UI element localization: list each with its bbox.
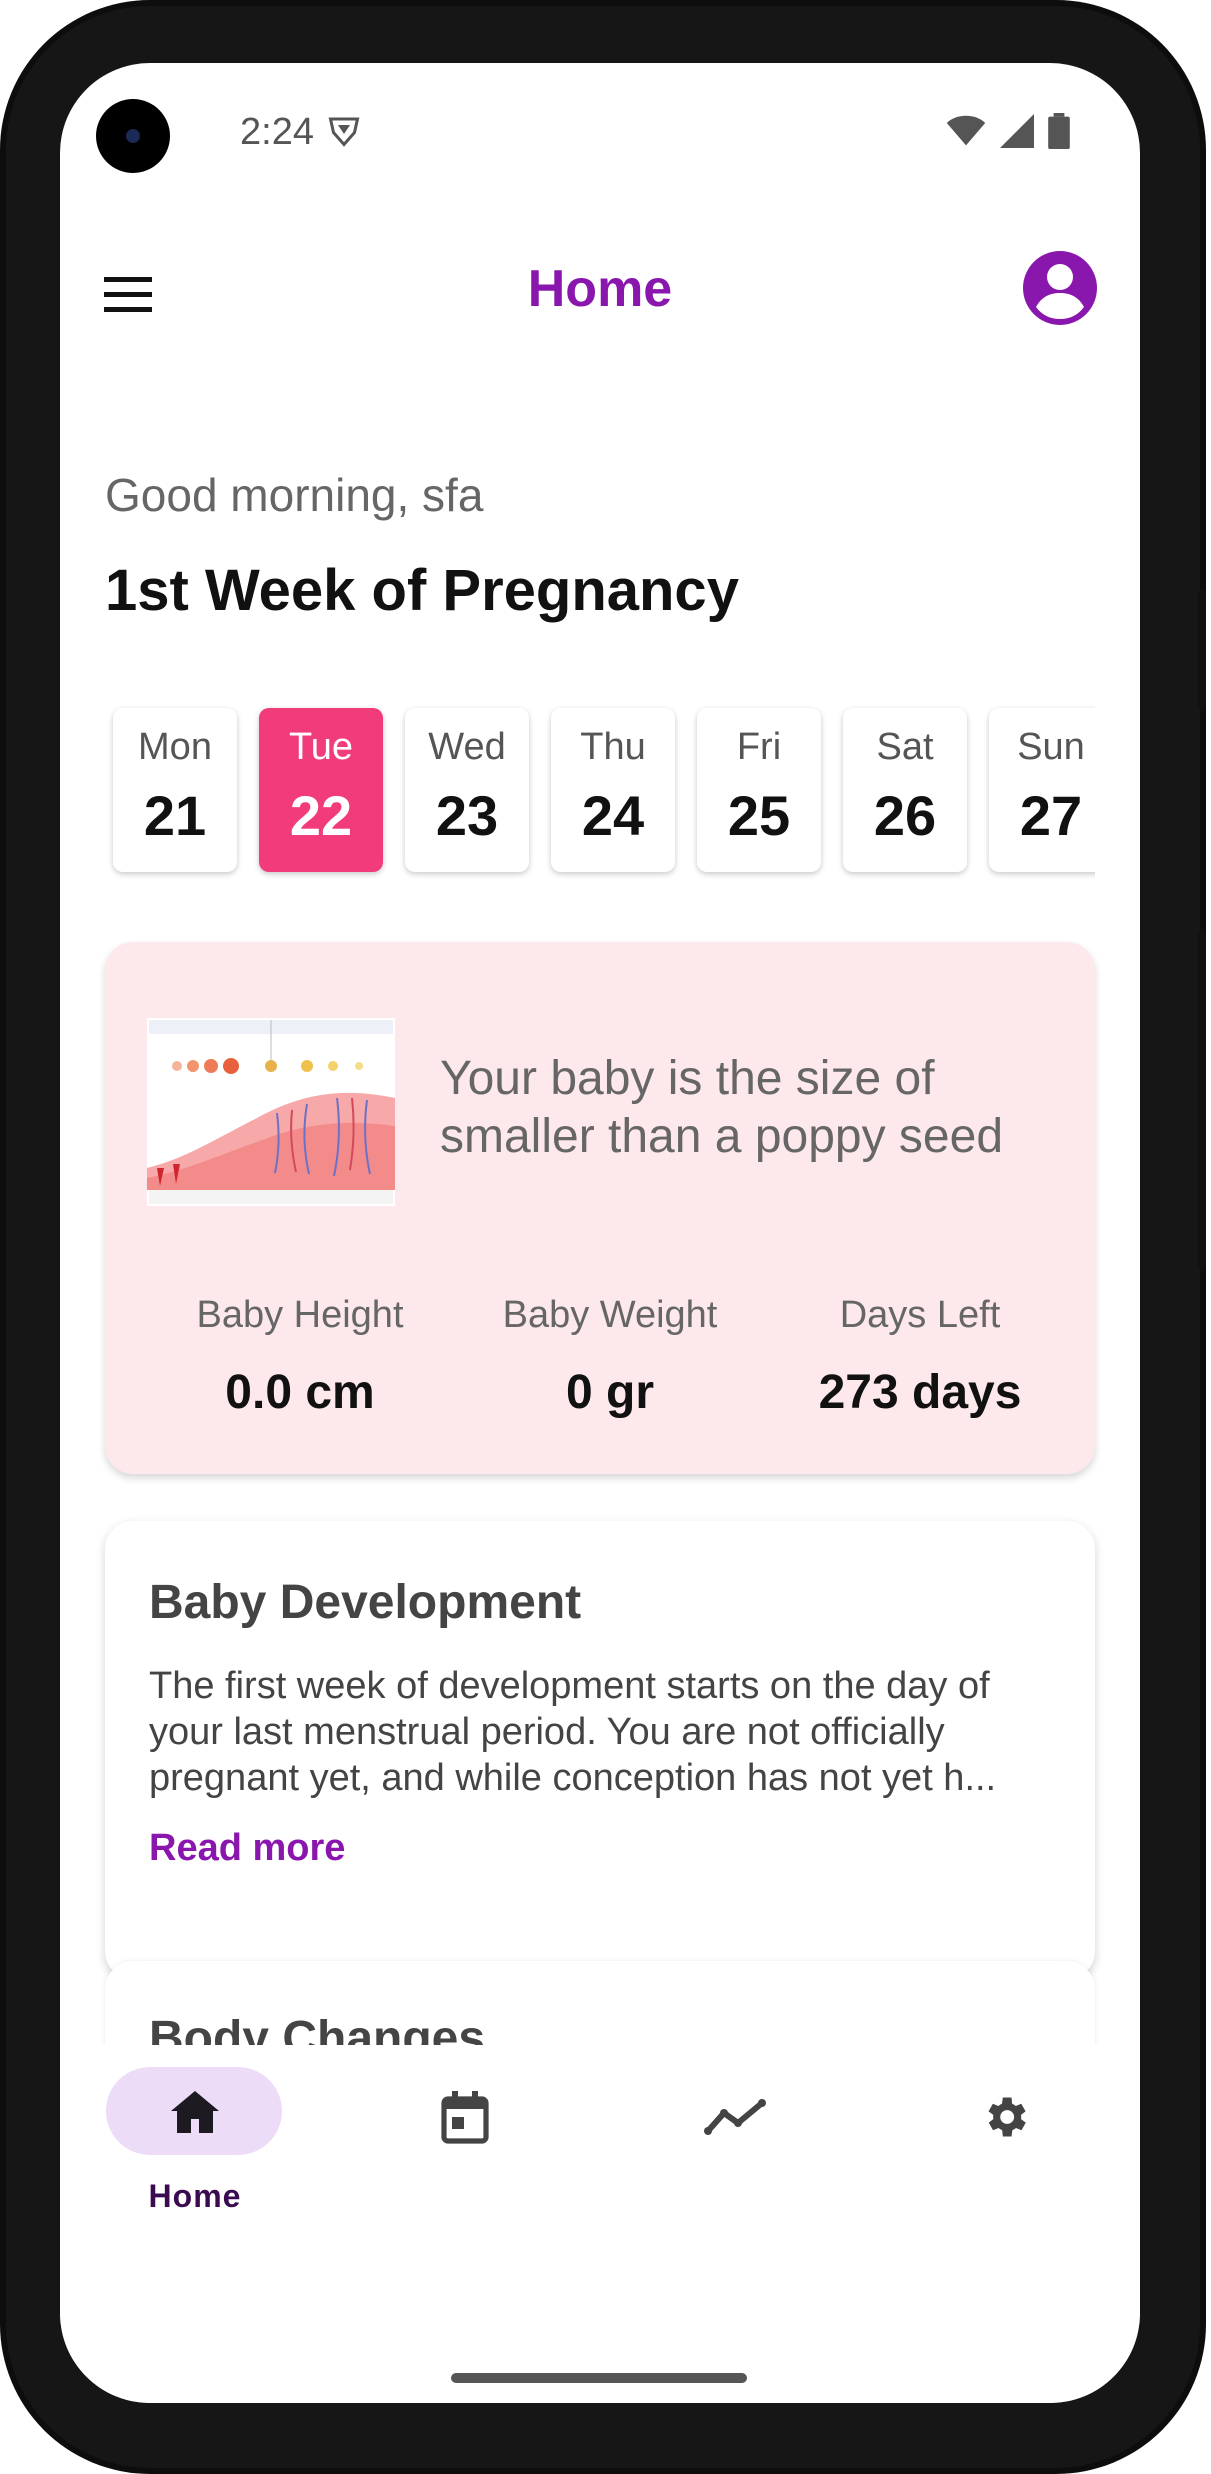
day-number: 27 (1019, 784, 1083, 847)
day-number: 24 (581, 784, 645, 847)
profile-button[interactable] (1021, 249, 1099, 327)
day-chip-selected[interactable]: Tue 22 (259, 708, 383, 872)
battery-icon (1048, 113, 1070, 154)
nav-home[interactable]: Home (60, 2045, 330, 2225)
wifi-icon (946, 115, 986, 152)
day-chip[interactable]: Wed 23 (405, 708, 529, 872)
screen: 2:24 Home Good morning, sfa 1st Week of … (60, 63, 1140, 2403)
gear-icon (979, 2091, 1031, 2148)
home-indicator[interactable] (451, 2373, 747, 2383)
baby-size-card: Your baby is the size of smaller than a … (105, 942, 1095, 1474)
phone-frame: 2:24 Home Good morning, sfa 1st Week of … (0, 0, 1206, 2474)
day-name: Wed (428, 726, 506, 768)
status-icons (946, 113, 1070, 154)
day-chip[interactable]: Fri 25 (697, 708, 821, 872)
card-title: Baby Development (149, 1576, 582, 1629)
day-chip[interactable]: Sat 26 (843, 708, 967, 872)
day-number: 22 (289, 784, 353, 847)
day-number: 23 (435, 784, 499, 847)
trend-icon (704, 2099, 766, 2140)
greeting: Good morning, sfa (105, 469, 484, 521)
power-button (1198, 590, 1206, 710)
day-number: 25 (727, 784, 791, 847)
day-name: Mon (138, 726, 212, 768)
read-more-link[interactable]: Read more (149, 1827, 345, 1870)
day-name: Sat (876, 726, 934, 768)
status-time: 2:24 (240, 111, 314, 153)
volume-button (1198, 930, 1206, 1270)
baby-development-card: Baby Development The first week of devel… (105, 1521, 1095, 1979)
nav-settings[interactable] (870, 2045, 1140, 2225)
stat-days-left: Days Left 273 days (765, 1294, 1095, 1420)
card-body: The first week of development starts on … (149, 1665, 997, 1799)
shield-icon (326, 113, 362, 154)
week-title: 1st Week of Pregnancy (105, 558, 739, 623)
day-name: Tue (288, 726, 354, 768)
stat-label: Baby Weight (502, 1294, 718, 1336)
day-chip[interactable]: Mon 21 (113, 708, 237, 872)
stat-value: 0 gr (565, 1366, 655, 1419)
day-chip[interactable]: Thu 24 (551, 708, 675, 872)
nav-label: Home (148, 2178, 242, 2214)
day-chip[interactable]: Sun 27 (989, 708, 1095, 872)
calendar-icon (440, 2091, 490, 2150)
bottom-navigation: Home (60, 2045, 1140, 2403)
home-icon (169, 2089, 221, 2140)
day-name: Thu (580, 726, 646, 768)
stat-label: Days Left (839, 1294, 1001, 1336)
stat-value: 0.0 cm (225, 1366, 375, 1419)
day-selector[interactable]: Mon 21 Tue 22 Wed 23 Thu 24 Fri 25 Sat 2… (105, 700, 1095, 880)
baby-size-text: Your baby is the size of smaller than a … (440, 1052, 1004, 1163)
day-number: 26 (873, 784, 937, 847)
day-name: Sun (1017, 726, 1085, 768)
signal-icon (1000, 114, 1034, 153)
stat-value: 273 days (818, 1366, 1022, 1419)
account-circle-icon (1023, 251, 1097, 325)
menstrual-cycle-illustration (147, 1018, 395, 1206)
page-title: Home (527, 260, 673, 318)
nav-trends[interactable] (600, 2045, 870, 2225)
day-name: Fri (736, 726, 782, 768)
front-camera (96, 99, 170, 173)
stat-baby-height: Baby Height 0.0 cm (105, 1294, 455, 1420)
stat-label: Baby Height (196, 1294, 404, 1336)
day-number: 21 (143, 784, 207, 847)
stat-baby-weight: Baby Weight 0 gr (455, 1294, 765, 1420)
baby-stats: Baby Height 0.0 cm Baby Weight 0 gr Days… (105, 1294, 1095, 1420)
nav-calendar[interactable] (330, 2045, 600, 2225)
